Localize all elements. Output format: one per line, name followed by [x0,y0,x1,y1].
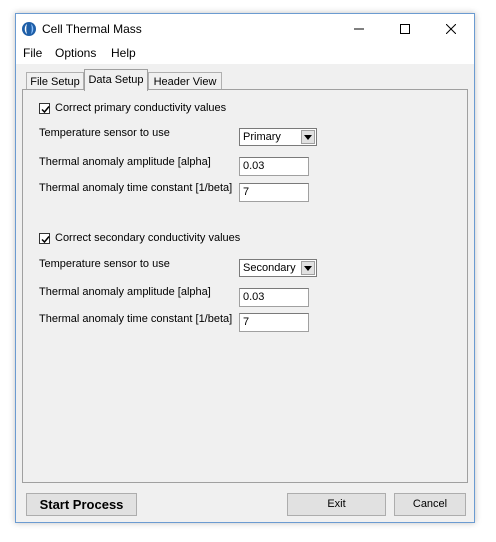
chevron-down-icon [304,134,312,140]
checkbox-label: Correct primary conductivity values [55,102,227,114]
primary-alpha-label: Thermal anomaly amplitude [alpha] [39,156,211,168]
tab-header-view[interactable]: Header View [148,72,222,90]
app-icon [21,21,37,37]
menu-bar: File Options Help [16,44,474,64]
chevron-down-icon [304,265,312,271]
check-icon [41,105,50,113]
dropdown-button[interactable] [301,130,315,144]
window-title: Cell Thermal Mass [42,22,142,36]
minimize-icon [354,28,364,30]
title-bar[interactable]: Cell Thermal Mass [16,14,474,44]
secondary-alpha-label: Thermal anomaly amplitude [alpha] [39,286,211,298]
primary-sensor-value: Primary [243,131,281,143]
dropdown-button[interactable] [301,261,315,275]
primary-beta-input[interactable]: 7 [239,183,309,202]
menu-help[interactable]: Help [111,46,136,60]
maximize-icon [400,24,410,34]
menu-options[interactable]: Options [55,46,96,60]
primary-beta-label: Thermal anomaly time constant [1/beta] [39,182,233,194]
exit-button[interactable]: Exit [287,493,386,516]
primary-sensor-label: Temperature sensor to use [39,127,170,139]
secondary-alpha-input[interactable]: 0.03 [239,288,309,307]
checkbox[interactable] [39,232,50,244]
check-icon [41,235,50,243]
menu-file[interactable]: File [23,46,42,60]
secondary-sensor-select[interactable]: Secondary [239,259,317,277]
start-process-button[interactable]: Start Process [26,493,137,516]
minimize-button[interactable] [336,14,382,44]
primary-alpha-input[interactable]: 0.03 [239,157,309,176]
data-setup-panel: Correct primary conductivity values Temp… [22,89,468,483]
secondary-beta-label: Thermal anomaly time constant [1/beta] [39,313,233,325]
tab-data-setup[interactable]: Data Setup [84,69,148,91]
secondary-sensor-value: Secondary [243,262,296,274]
close-icon [446,24,456,34]
close-button[interactable] [428,14,474,44]
secondary-correct-checkbox[interactable]: Correct secondary conductivity values [39,232,240,244]
checkbox[interactable] [39,102,50,114]
secondary-beta-input[interactable]: 7 [239,313,309,332]
cancel-button[interactable]: Cancel [394,493,466,516]
app-window: Cell Thermal Mass File Options Help File… [15,13,475,523]
primary-sensor-select[interactable]: Primary [239,128,317,146]
primary-correct-checkbox[interactable]: Correct primary conductivity values [39,102,226,114]
tab-file-setup[interactable]: File Setup [26,72,84,90]
secondary-sensor-label: Temperature sensor to use [39,258,170,270]
checkbox-label: Correct secondary conductivity values [55,232,241,244]
maximize-button[interactable] [382,14,428,44]
